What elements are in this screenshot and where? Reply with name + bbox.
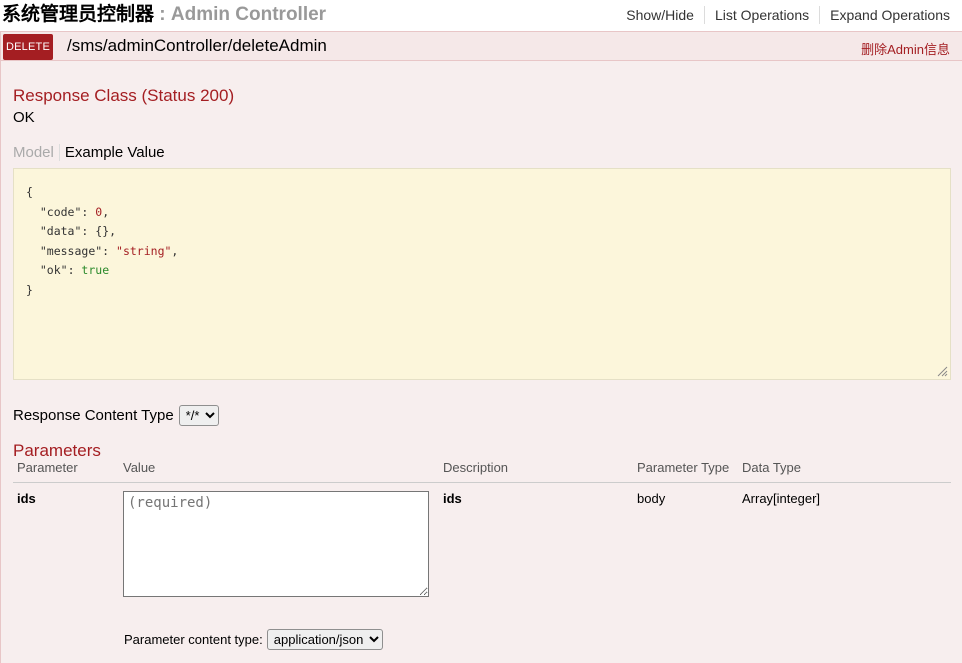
operation-summary[interactable]: 删除Admin信息	[861, 39, 950, 58]
parameters-heading: Parameters	[13, 441, 101, 460]
param-type: body	[637, 491, 666, 506]
response-content-type-select[interactable]: */*	[178, 405, 219, 426]
response-content-type-label: Response Content Type	[13, 407, 174, 424]
json-line: "data": {},	[39, 224, 117, 239]
param-data-type[interactable]: Array[integer]	[738, 483, 951, 601]
col-value: Value	[119, 461, 439, 483]
resource-title-cn: 系统管理员控制器	[2, 4, 155, 25]
operation-path[interactable]: /sms/adminController/deleteAdmin	[67, 36, 327, 56]
parameter-content-type-select[interactable]: application/json	[266, 629, 383, 650]
parameter-content-type-row: Parameter content type: application/json	[124, 629, 383, 650]
list-operations-link[interactable]: List Operations	[705, 7, 819, 23]
col-parameter: Parameter	[13, 461, 119, 483]
parameter-content-type-label: Parameter content type:	[124, 632, 263, 647]
expand-operations-link[interactable]: Expand Operations	[820, 7, 950, 23]
param-ids-input[interactable]	[123, 491, 429, 597]
col-data-type: Data Type	[738, 461, 951, 483]
col-parameter-type: Parameter Type	[633, 461, 738, 483]
operation-header[interactable]: DELETE /sms/adminController/deleteAdmin …	[0, 31, 962, 61]
example-value-code[interactable]: { "code": 0, "data": {}, "message": "str…	[13, 168, 951, 380]
resize-grip-icon[interactable]	[936, 365, 948, 377]
param-value-cell	[119, 483, 439, 601]
col-description: Description	[439, 461, 633, 483]
resource-title[interactable]: 系统管理员控制器 : Admin Controller	[2, 0, 326, 26]
json-open-brace: {	[26, 185, 33, 199]
operation-content: Response Class (Status 200) OK Model Exa…	[0, 61, 962, 663]
json-line: "code": 0,	[39, 204, 110, 219]
resource-header: 系统管理员控制器 : Admin Controller Show/Hide Li…	[0, 0, 962, 30]
model-tabs: Model Example Value	[13, 142, 165, 162]
tab-model[interactable]: Model	[13, 143, 60, 161]
parameters-table: Parameter Value Description Parameter Ty…	[13, 461, 951, 600]
resource-title-en: Admin Controller	[170, 4, 327, 25]
response-content-type-row: Response Content Type */*	[13, 405, 219, 426]
json-line: "message": "string",	[39, 243, 179, 258]
json-line: "ok": true	[39, 263, 110, 278]
show-hide-link[interactable]: Show/Hide	[616, 7, 704, 23]
json-close-brace: }	[26, 282, 33, 297]
param-description: ids	[443, 491, 462, 506]
response-class-heading: Response Class (Status 200)	[13, 86, 235, 105]
table-row: ids ids body Array[integer]	[13, 483, 951, 601]
http-method-badge[interactable]: DELETE	[3, 34, 53, 60]
resource-links: Show/Hide List Operations Expand Operati…	[616, 5, 950, 25]
param-name: ids	[17, 491, 36, 506]
parameters-header-row: Parameter Value Description Parameter Ty…	[13, 461, 951, 483]
tab-example-value[interactable]: Example Value	[60, 144, 165, 161]
response-status-text: OK	[13, 109, 35, 126]
title-separator: :	[154, 4, 171, 25]
